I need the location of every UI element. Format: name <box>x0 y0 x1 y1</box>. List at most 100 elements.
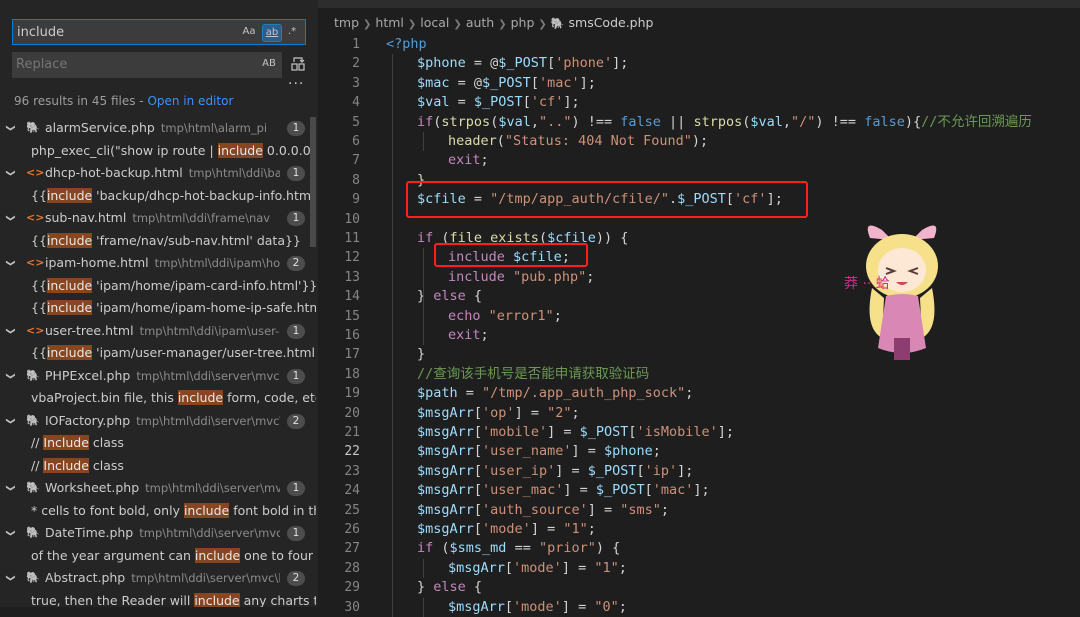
result-match-row[interactable]: // Include class <box>0 432 316 455</box>
chevron-down-icon[interactable]: ❯ <box>0 124 21 132</box>
code-token: $msgArr <box>417 501 474 518</box>
replace-all-icon[interactable] <box>290 56 306 72</box>
code-token: [ <box>473 443 483 460</box>
html-file-icon: <> <box>26 211 45 224</box>
result-match-row[interactable]: {{include 'ipam/home/ipam-card-info.html… <box>0 275 316 298</box>
code-token: [ <box>473 501 483 518</box>
result-file-path: tmp\html\ddi\bac... <box>188 166 280 180</box>
result-file-row[interactable]: ❯ 🐘 alarmService.php tmp\html\alarm_pi 1 <box>0 117 310 140</box>
match-highlight: include <box>46 232 93 248</box>
breadcrumb-item[interactable]: tmp <box>334 15 359 30</box>
code-editor: tmp ❯ html ❯ local ❯ auth ❯ php ❯ 🐘 smsCode.php 1 <?… <box>318 0 1080 617</box>
code-token: <?php <box>386 36 427 52</box>
code-token: false <box>864 113 905 130</box>
result-file-line: alarmService.php tmp\html\alarm_pi <box>45 117 280 139</box>
result-file-path: tmp\html\alarm_pi <box>160 121 268 135</box>
result-count-badge: 1 <box>287 368 305 384</box>
chevron-down-icon[interactable]: ❯ <box>0 214 21 222</box>
match-whole-word-toggle[interactable]: ab <box>262 24 282 42</box>
result-match-row[interactable]: vbaProject.bin file, this include form, … <box>0 387 316 410</box>
result-match-row[interactable]: {{include 'frame/nav/sub-nav.html' data}… <box>0 230 316 253</box>
code-text: $msgArr['user_name'] = $phone; <box>417 442 661 461</box>
result-match-row[interactable]: {{include 'ipam/home/ipam-home-ip-safe.h… <box>0 297 316 320</box>
sidebar-scrollbar[interactable] <box>310 117 316 247</box>
result-file-row[interactable]: ❯ 🐘 Abstract.php tmp\html\ddi\server\mvc\li… <box>0 567 310 590</box>
result-match-row[interactable]: {{include 'ipam/user-manager/user-tree.h… <box>0 342 316 365</box>
annotation-box-cfile-assign <box>406 181 808 218</box>
result-file-row[interactable]: ❯ 🐘 DateTime.php tmp\html\ddi\server\mvc\li… <box>0 522 310 545</box>
result-match-row[interactable]: // Include class <box>0 455 316 478</box>
indent-guide <box>423 558 424 579</box>
regex-toggle[interactable]: .* <box>284 24 300 40</box>
code-token: ; <box>586 268 595 285</box>
result-file-row[interactable]: ❯ 🐘 IOFactory.php tmp\html\ddi\server\mvc\l… <box>0 410 310 433</box>
code-token: false <box>620 113 661 130</box>
result-file-row[interactable]: ❯ <>dhcp-hot-backup.html tmp\html\ddi\bac.… <box>0 162 310 185</box>
chevron-down-icon[interactable]: ❯ <box>0 259 21 267</box>
code-token: ] = <box>514 404 548 421</box>
chevron-down-icon[interactable]: ❯ <box>0 529 21 537</box>
code-text: if ($sms_md == "prior") { <box>417 539 620 558</box>
code-token: "1" <box>594 559 619 576</box>
result-count-badge: 2 <box>287 256 305 271</box>
code-text: $path = "/tmp/.app_auth_php_sock"; <box>417 384 693 403</box>
breadcrumb-file[interactable]: smsCode.php <box>569 15 654 30</box>
result-match-row[interactable]: * cells to font bold, only include font … <box>0 500 316 523</box>
more-actions-icon[interactable]: ··· <box>288 76 304 92</box>
open-in-editor-link[interactable]: Open in editor <box>147 94 233 108</box>
code-text: $msgArr['mode'] = "1"; <box>448 559 627 578</box>
result-file-name: DateTime.php <box>45 525 134 540</box>
result-match-row[interactable]: true, then the Reader will include any c… <box>0 590 316 607</box>
code-text: if(strpos($val,"..") !== false || strpos… <box>417 113 1032 132</box>
result-file-row[interactable]: ❯ 🐘 PHPExcel.php tmp\html\ddi\server\mvc\li… <box>0 365 310 388</box>
result-file-name: Worksheet.php <box>45 480 140 495</box>
code-token: header <box>448 133 497 149</box>
result-file-row[interactable]: ❯ <> sub-nav.html tmp\html\ddi\frame\nav 1 <box>0 207 310 230</box>
code-token: , <box>530 113 539 130</box>
result-file-path: tmp\html\ddi\frame\nav <box>132 211 271 225</box>
match-prefix: {{ <box>31 187 47 203</box>
line-number: 2 <box>352 56 360 72</box>
code-text: $msgArr['mode'] = "0"; <box>448 598 627 617</box>
code-token: "1" <box>563 521 588 537</box>
result-file-row[interactable]: ❯ <>ipam-home.html tmp\html\ddi\ipam\home 2 <box>0 252 310 275</box>
code-token: 'ip' <box>644 462 678 479</box>
code-text: $mac = @$_POST['mac']; <box>417 74 596 93</box>
indent-guide <box>423 132 424 152</box>
result-match-row[interactable]: php_exec_cli("show ip route | include 0.… <box>0 140 316 163</box>
replace-input[interactable] <box>16 52 226 76</box>
code-token: $msgArr <box>417 482 474 499</box>
php-file-icon: 🐘 <box>26 413 40 427</box>
result-match-row[interactable]: of the year argument can include one to … <box>0 545 316 568</box>
code-token: } <box>417 579 434 596</box>
chevron-down-icon[interactable]: ❯ <box>0 574 21 582</box>
chevron-down-icon[interactable]: ❯ <box>0 417 21 425</box>
result-file-row[interactable]: ❯ <> user-tree.html tmp\html\ddi\ipam\user-… <box>0 320 310 343</box>
breadcrumb-item[interactable]: local <box>420 15 449 30</box>
indent-guide <box>423 306 424 346</box>
match-case-toggle[interactable]: Aa <box>241 24 257 40</box>
chevron-down-icon[interactable]: ❯ <box>0 484 21 492</box>
breadcrumb-item[interactable]: html <box>375 15 403 30</box>
search-sidebar: Aa ab .* AB ··· 96 results in 45 files -… <box>0 0 318 607</box>
result-file-row[interactable]: ❯ 🐘 Worksheet.php tmp\html\ddi\server\mvc\.… <box>0 477 310 500</box>
chevron-down-icon[interactable]: ❯ <box>0 169 21 177</box>
code-token: //查询该手机号是否能申请获取验证码 <box>417 365 650 382</box>
result-file-path: tmp\html\ddi\server\mvc\li... <box>139 526 280 540</box>
code-text: $msgArr['mobile'] = $_POST['isMobile']; <box>417 423 734 442</box>
code-token: $phone <box>417 55 466 72</box>
code-token: $msgArr <box>448 559 505 576</box>
code-text: echo "error1"; <box>448 307 562 326</box>
code-token: ] = <box>555 462 588 479</box>
result-file-name: IOFactory.php <box>45 412 131 428</box>
preserve-case-toggle[interactable]: AB <box>260 56 278 72</box>
breadcrumb-item[interactable]: php <box>511 15 535 30</box>
code-token: { <box>465 288 483 305</box>
chevron-down-icon[interactable]: ❯ <box>0 372 21 380</box>
chevron-down-icon[interactable]: ❯ <box>0 327 21 335</box>
code-text: $msgArr['user_mac'] = $_POST['mac']; <box>417 481 710 500</box>
code-text: } else { <box>417 578 482 597</box>
result-match-row[interactable]: {{include 'backup/dhcp-hot-backup-info.h… <box>0 185 316 208</box>
search-input[interactable] <box>17 20 227 44</box>
breadcrumb-item[interactable]: auth <box>466 15 494 30</box>
